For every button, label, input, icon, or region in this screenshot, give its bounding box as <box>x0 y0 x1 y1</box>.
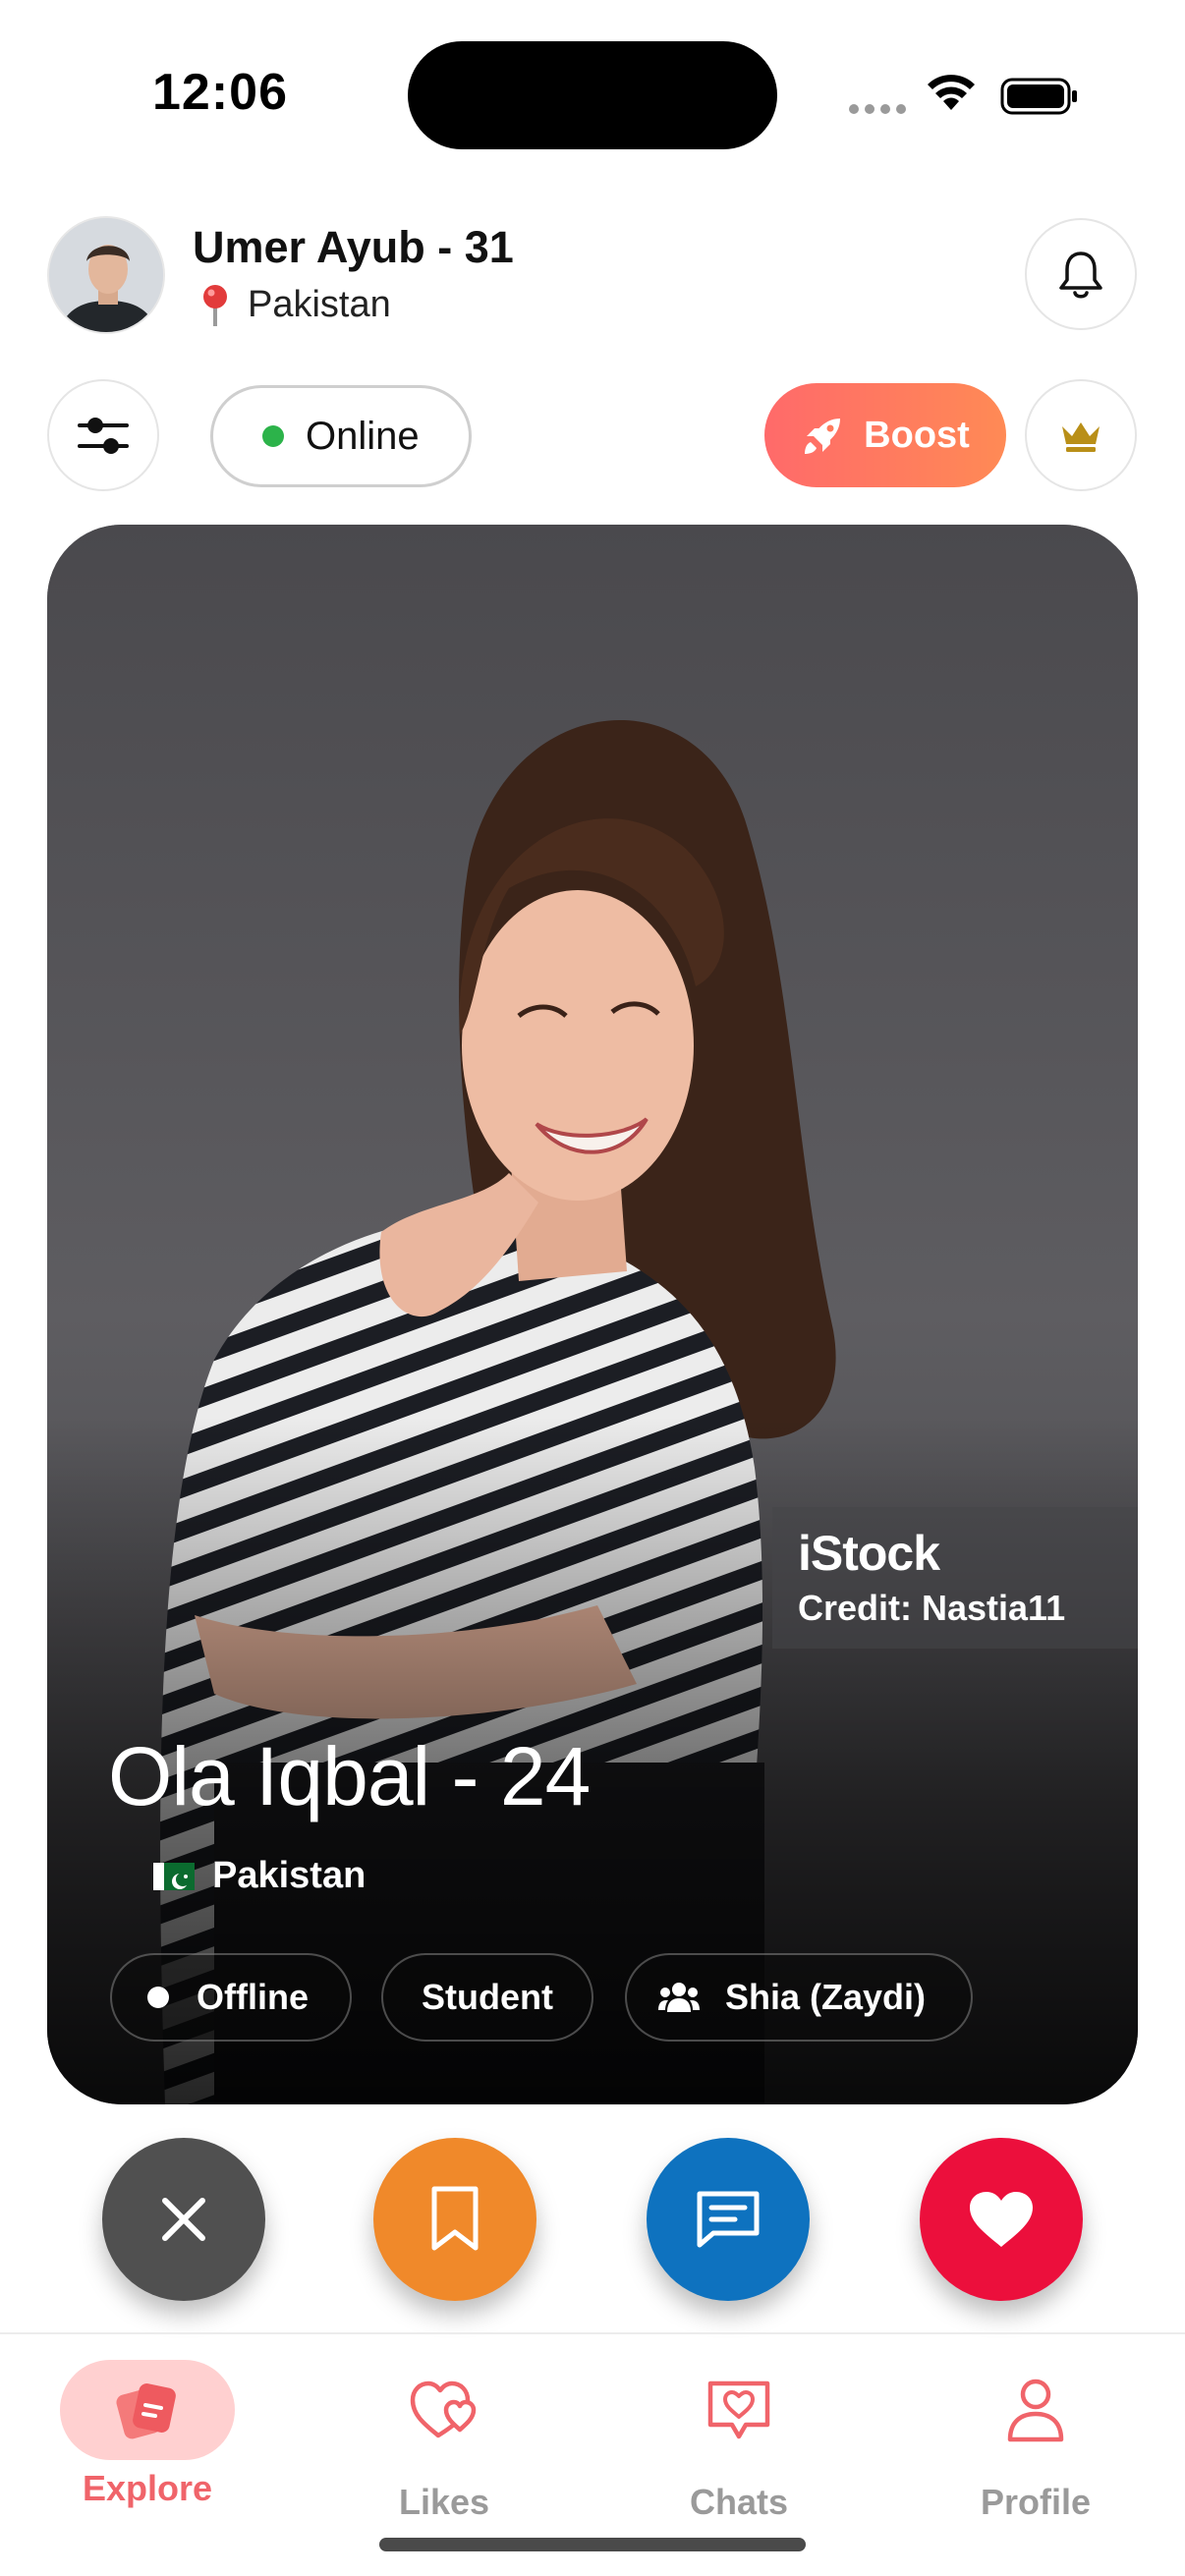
like-button[interactable] <box>920 2138 1083 2301</box>
card-country-label: Pakistan <box>212 1855 367 1896</box>
presence-toggle[interactable]: Online <box>210 385 472 487</box>
notifications-button[interactable] <box>1025 218 1137 330</box>
tab-explore-label: Explore <box>82 2468 213 2508</box>
tag-sect-label: Shia (Zaydi) <box>725 1977 927 2017</box>
stock-watermark: iStock Credit: Nastia11 <box>772 1507 1138 1649</box>
explore-screen: 12:06 Umer Ayub - 31 Pakistan Online Boo… <box>0 0 1185 2576</box>
tag-status: Offline <box>110 1953 352 2042</box>
rocket-icon <box>805 419 841 454</box>
status-dot <box>147 1987 169 2008</box>
cards-icon <box>116 2383 176 2439</box>
tag-status-label: Offline <box>197 1977 309 2017</box>
tab-likes[interactable]: Likes <box>336 2360 552 2537</box>
tab-explore[interactable]: Explore <box>39 2360 255 2537</box>
tab-profile[interactable]: Profile <box>928 2360 1144 2537</box>
profile-card[interactable]: iStock Credit: Nastia11 Ola Iqbal - 24 P… <box>47 525 1138 2104</box>
boost-button[interactable]: Boost <box>764 383 1006 487</box>
card-country: Pakistan <box>153 1855 366 1897</box>
pin-icon <box>203 285 227 326</box>
tag-occupation-label: Student <box>422 1977 553 2017</box>
pakistan-flag-icon <box>153 1862 195 1890</box>
tab-chats-label: Chats <box>689 2482 789 2522</box>
tag-sect: Shia (Zaydi) <box>625 1953 973 2042</box>
filter-button[interactable] <box>47 379 159 491</box>
premium-button[interactable] <box>1025 379 1137 491</box>
bell-icon <box>1059 252 1102 299</box>
save-profile-button[interactable] <box>373 2138 536 2301</box>
wifi-icon <box>928 75 975 110</box>
hearts-icon <box>410 2380 477 2438</box>
user-location-label: Pakistan <box>248 283 391 325</box>
tab-chats[interactable]: Chats <box>631 2360 847 2537</box>
heart-icon <box>970 2192 1033 2247</box>
card-name: Ola Iqbal - 24 <box>108 1730 591 1822</box>
watermark-brand: iStock <box>798 1526 940 1581</box>
message-button[interactable] <box>647 2138 810 2301</box>
cellular-signal-icon <box>849 104 906 114</box>
tab-explore-highlight <box>60 2360 235 2460</box>
status-time: 12:06 <box>152 64 288 121</box>
user-name: Umer Ayub - 31 <box>193 222 514 272</box>
message-icon <box>697 2191 760 2248</box>
sliders-icon <box>78 418 129 454</box>
watermark-credit: Credit: Nastia11 <box>798 1588 1066 1628</box>
chat-heart-icon <box>707 2380 770 2439</box>
tab-likes-label: Likes <box>398 2482 490 2522</box>
bookmark-icon <box>431 2186 479 2251</box>
crown-icon <box>1062 422 1100 452</box>
person-icon <box>1007 2379 1064 2442</box>
close-icon <box>162 2198 205 2241</box>
users-icon <box>658 1983 700 2012</box>
battery-icon <box>1000 78 1077 115</box>
boost-label: Boost <box>864 414 970 456</box>
presence-label: Online <box>306 414 420 458</box>
online-status-dot <box>262 425 284 447</box>
dislike-button[interactable] <box>102 2138 265 2301</box>
tab-bar-divider <box>0 2332 1185 2334</box>
tag-occupation: Student <box>381 1953 593 2042</box>
user-location: Pakistan <box>200 283 391 326</box>
dynamic-island <box>408 41 777 149</box>
user-avatar[interactable] <box>47 216 165 334</box>
home-indicator[interactable] <box>379 2538 806 2551</box>
tab-profile-label: Profile <box>980 2482 1092 2522</box>
